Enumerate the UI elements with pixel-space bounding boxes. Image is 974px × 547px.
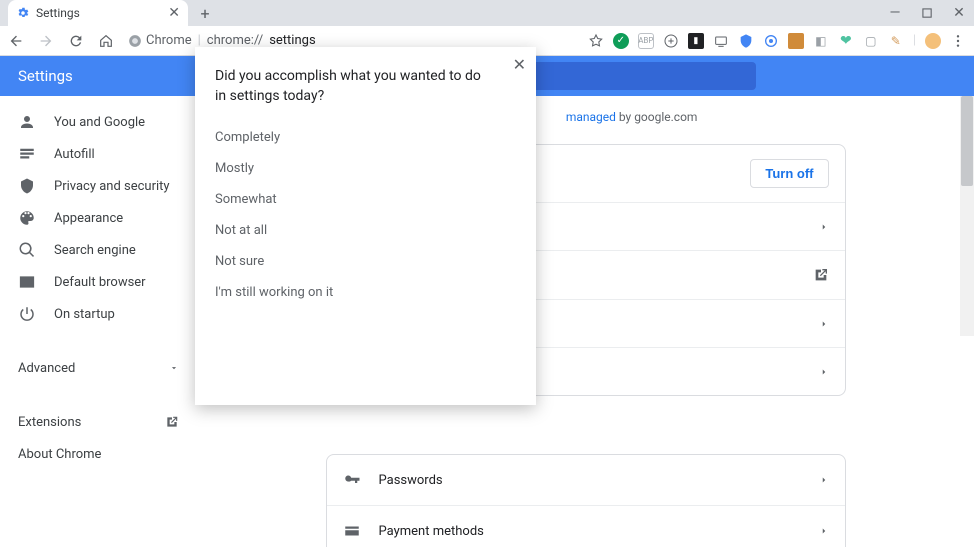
maximize-icon[interactable]	[920, 6, 934, 20]
kebab-menu-icon[interactable]	[950, 33, 966, 49]
minimize-icon[interactable]: —	[888, 6, 902, 20]
home-icon[interactable]	[98, 33, 114, 49]
back-icon[interactable]	[8, 33, 24, 49]
browser-window-icon	[18, 273, 36, 291]
row-label: Passwords	[379, 473, 443, 488]
survey-popup: ✕ Did you accomplish what you wanted to …	[195, 47, 536, 405]
extension-icon[interactable]: ❤	[838, 33, 854, 49]
sidebar-item-label: Privacy and security	[54, 179, 170, 194]
tab-strip: Settings ✕ + — ✕	[0, 0, 974, 26]
omnibox-chip-label: Chrome	[146, 33, 192, 48]
credit-card-icon	[343, 522, 361, 540]
settings-search-slot[interactable]	[508, 62, 756, 90]
sidebar-item-default-browser[interactable]: Default browser	[0, 266, 197, 298]
autofill-row-passwords[interactable]: Passwords	[327, 455, 845, 505]
sidebar-item-label: Search engine	[54, 243, 136, 258]
omnibox-url-path: settings	[269, 33, 315, 48]
managed-suffix: by google.com	[616, 110, 698, 124]
forward-icon[interactable]	[38, 33, 54, 49]
shield-icon	[18, 177, 36, 195]
extension-icon[interactable]: ◧	[813, 33, 829, 49]
sidebar-item-autofill[interactable]: Autofill	[0, 138, 197, 170]
sidebar-advanced-toggle[interactable]: Advanced	[0, 348, 197, 388]
sidebar-item-search-engine[interactable]: Search engine	[0, 234, 197, 266]
toolbar-actions: ✓ ABP ▮ ◧ ❤ ▢ ✎ |	[588, 33, 966, 49]
chevron-down-icon	[169, 363, 179, 373]
managed-link[interactable]: managed	[566, 110, 616, 124]
sidebar-item-appearance[interactable]: Appearance	[0, 202, 197, 234]
sidebar-item-label: On startup	[54, 307, 115, 322]
extension-icon[interactable]: ✓	[613, 33, 629, 49]
settings-gear-icon	[16, 6, 30, 20]
autofill-card: Passwords Payment methods Addresses and …	[326, 454, 846, 547]
survey-option[interactable]: Not sure	[215, 246, 516, 277]
settings-sidebar: You and Google Autofill Privacy and secu…	[0, 96, 197, 547]
survey-option[interactable]: Completely	[215, 122, 516, 153]
row-label: Payment methods	[379, 524, 484, 539]
scrollbar-thumb[interactable]	[961, 96, 973, 186]
sidebar-item-label: You and Google	[54, 115, 145, 130]
external-link-icon	[813, 267, 829, 283]
survey-question: Did you accomplish what you wanted to do…	[215, 67, 506, 106]
sidebar-extensions-link[interactable]: Extensions	[0, 406, 197, 438]
site-info-icon	[128, 34, 142, 48]
search-icon	[18, 241, 36, 259]
extension-icon[interactable]	[713, 33, 729, 49]
omnibox[interactable]: Chrome | chrome:// settings	[128, 33, 316, 48]
sidebar-item-label: Autofill	[54, 147, 95, 162]
key-icon	[343, 471, 361, 489]
bookmark-star-icon[interactable]	[588, 33, 604, 49]
external-link-icon	[165, 415, 179, 429]
window-controls: — ✕	[888, 0, 966, 26]
extension-icon[interactable]: ✎	[888, 33, 904, 49]
survey-option[interactable]: I'm still working on it	[215, 277, 516, 308]
sidebar-item-label: Appearance	[54, 211, 123, 226]
extension-icon[interactable]	[763, 33, 779, 49]
extensions-label: Extensions	[18, 415, 81, 430]
extension-icon[interactable]	[788, 33, 804, 49]
palette-icon	[18, 209, 36, 227]
sidebar-item-label: Default browser	[54, 275, 146, 290]
extension-icon[interactable]: ▮	[688, 33, 704, 49]
profile-avatar-icon[interactable]	[925, 33, 941, 49]
browser-tab-active[interactable]: Settings ✕	[8, 0, 188, 26]
survey-option[interactable]: Not at all	[215, 215, 516, 246]
omnibox-separator: |	[198, 33, 201, 48]
autofill-icon	[18, 145, 36, 163]
extension-icon[interactable]	[738, 33, 754, 49]
about-label: About Chrome	[18, 447, 101, 462]
reload-icon[interactable]	[68, 33, 84, 49]
close-survey-icon[interactable]: ✕	[513, 55, 526, 74]
tab-title: Settings	[36, 6, 162, 20]
close-window-icon[interactable]: ✕	[952, 6, 966, 20]
chevron-right-icon	[819, 319, 829, 329]
sidebar-item-privacy[interactable]: Privacy and security	[0, 170, 197, 202]
extension-icon[interactable]: ▢	[863, 33, 879, 49]
turn-off-button[interactable]: Turn off	[750, 159, 828, 188]
close-tab-icon[interactable]: ✕	[168, 6, 180, 20]
page-title: Settings	[18, 67, 73, 85]
sidebar-item-on-startup[interactable]: On startup	[0, 298, 197, 330]
chevron-right-icon	[819, 367, 829, 377]
sidebar-about-link[interactable]: About Chrome	[0, 438, 197, 470]
chevron-right-icon	[819, 222, 829, 232]
survey-option[interactable]: Mostly	[215, 153, 516, 184]
extension-icon[interactable]	[663, 33, 679, 49]
advanced-label: Advanced	[18, 361, 75, 376]
extension-icon[interactable]: ABP	[638, 33, 654, 49]
autofill-row-payment[interactable]: Payment methods	[327, 505, 845, 547]
person-icon	[18, 113, 36, 131]
chevron-right-icon	[819, 526, 829, 536]
chevron-right-icon	[819, 475, 829, 485]
survey-option[interactable]: Somewhat	[215, 184, 516, 215]
sidebar-item-you-and-google[interactable]: You and Google	[0, 106, 197, 138]
power-icon	[18, 305, 36, 323]
nav-button-group	[8, 33, 114, 49]
new-tab-button[interactable]: +	[194, 2, 216, 24]
omnibox-url-prefix: chrome://	[207, 33, 263, 48]
